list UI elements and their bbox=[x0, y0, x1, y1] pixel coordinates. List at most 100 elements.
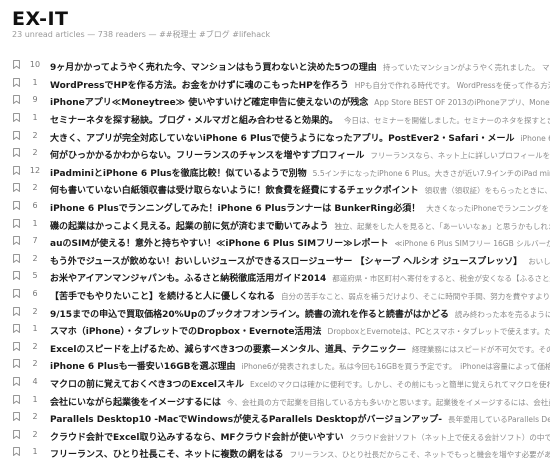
article-title[interactable]: auのSIMが使える！意外と持ちやすい！≪iPhone 6 Plus SIMフリ… bbox=[50, 239, 389, 249]
article-row[interactable]: 6 iPhone 6 Plusでランニングしてみた！iPhone 6 Plusラン… bbox=[0, 197, 550, 215]
bookmark-icon[interactable] bbox=[0, 429, 20, 439]
bookmark-icon[interactable] bbox=[0, 289, 20, 299]
bookmark-icon[interactable] bbox=[0, 113, 20, 123]
bookmark-icon[interactable] bbox=[0, 324, 20, 334]
article-title[interactable]: Parallels Desktop10 -MacでWindowsが使えるPara… bbox=[50, 415, 442, 425]
article-row[interactable]: 9 iPhoneアプリ≪Moneytree≫ 使いやすいけど確定申告に使えないのが… bbox=[0, 91, 550, 109]
article-text: Parallels Desktop10 -MacでWindowsが使えるPara… bbox=[50, 408, 550, 426]
article-title[interactable]: スマホ（iPhone）・タブレットでのDropbox・Evernote活用法 bbox=[50, 327, 322, 337]
article-title[interactable]: Excelのスピードを上げるため、減らすべき3つの要素—メンタル、道具、テクニッ… bbox=[50, 345, 406, 355]
article-snippet: クラウド会計ソフト（ネット上で使える会計ソフト）の中で、Excelとの連携 bbox=[349, 432, 550, 442]
bookmark-icon[interactable] bbox=[0, 218, 20, 228]
bookmark-icon[interactable] bbox=[0, 60, 20, 70]
read-count: 2 bbox=[32, 429, 38, 439]
bookmark-icon[interactable] bbox=[0, 394, 20, 404]
article-row[interactable]: 2 9/15までの申込で買取価格20%Upのブックオフオンライン。読書の流れを作る… bbox=[0, 302, 550, 320]
article-row[interactable]: 1 フリーランス、ひとり社長こそ、ネットに複数の網をはる フリーランス、ひとり社長だ… bbox=[0, 443, 550, 461]
article-title[interactable]: もう外でジュースが飲めない！おいしいジュースができるスロージューサー 【シャープ… bbox=[50, 257, 522, 267]
article-title[interactable]: iPadminiとiPhone 6 Plusを徹底比較！似ているようで別物 bbox=[50, 169, 307, 179]
article-text: マクロの前に覚えておくべき3つのExcelスキル Excelのマクロは確かに便利で… bbox=[50, 373, 550, 391]
bookmark-icon[interactable] bbox=[0, 412, 20, 422]
article-row[interactable]: 1 磯の起業はかっこよく見える。起業の前に気が済むまで動いてみよう 独立、起業をした… bbox=[0, 214, 550, 232]
article-row[interactable]: 2 何も書いていない白紙領収書は受け取らないように！飲食費を経費にするチェックポイ… bbox=[0, 179, 550, 197]
article-title[interactable]: お米やアイアンマンジャパンも。ふるさと納税徹底活用ガイド2014 bbox=[50, 274, 326, 284]
article-snippet: 自分の苦手なこと、弱点を補うだけより、そこに時間や手間、努力を費やすより自分の強… bbox=[281, 292, 550, 302]
read-count: 1 bbox=[32, 394, 38, 404]
bookmark-icon[interactable] bbox=[0, 183, 20, 193]
article-title[interactable]: 大きく、アプリが完全対応していないiPhone 6 Plusで使うようになったア… bbox=[50, 134, 514, 144]
article-row[interactable]: 2 もう外でジュースが飲めない！おいしいジュースができるスロージューサー 【シャー… bbox=[0, 250, 550, 268]
article-title[interactable]: クラウド会計でExcel取り込みするなら、MFクラウド会計が使いやすい bbox=[50, 433, 344, 443]
article-snippet: フリーランスなら、ネット上に詳しいプロフィールを書いておくこと bbox=[370, 151, 550, 161]
article-text: 会社にいながら起業後をイメージするには 今、会社員の方で起業を目指している方も多い… bbox=[50, 390, 550, 408]
article-text: フリーランス、ひとり社長こそ、ネットに複数の網をはる フリーランス、ひとり社長だか… bbox=[50, 443, 550, 461]
bookmark-icon[interactable] bbox=[0, 253, 20, 263]
article-row[interactable]: 1 会社にいながら起業後をイメージするには 今、会社員の方で起業を目指している方も多… bbox=[0, 390, 550, 408]
article-row[interactable]: 10 9ヶ月かかってようやく売れた今、マンションはもう買わないと決めた5つの理由持… bbox=[0, 56, 550, 74]
article-title[interactable]: マクロの前に覚えておくべき3つのExcelスキル bbox=[50, 380, 244, 390]
article-snippet: ≪iPhone 6 Plus SIMフリー 16GB シルバーが届いたので、見た bbox=[394, 239, 550, 249]
article-text: 9ヶ月かかってようやく売れた今、マンションはもう買わないと決めた5つの理由 持って… bbox=[50, 56, 550, 74]
article-row[interactable]: 2 クラウド会計でExcel取り込みするなら、MFクラウド会計が使いやすい クラウド… bbox=[0, 425, 550, 443]
article-title[interactable]: 9ヶ月かかってようやく売れた今、マンションはもう買わないと決めた5つの理由 bbox=[50, 63, 377, 73]
article-text: 何がひっかかるかわからない。フリーランスのチャンスを増やすプロフィール フリーラン… bbox=[50, 144, 550, 162]
read-count: 12 bbox=[29, 165, 41, 175]
bookmark-icon[interactable] bbox=[0, 359, 20, 369]
article-snippet: 長年愛用しているParallels Desktopがアップデート bbox=[448, 415, 550, 425]
bookmark-icon[interactable] bbox=[0, 306, 20, 316]
article-text: iPadminiとiPhone 6 Plusを徹底比較！似ているようで別物 5.5… bbox=[50, 162, 550, 180]
article-text: iPhone 6 Plusでランニングしてみた！iPhone 6 Plusランナ… bbox=[50, 197, 550, 215]
read-count: 5 bbox=[32, 271, 38, 281]
article-title[interactable]: 何がひっかかるかわからない。フリーランスのチャンスを増やすプロフィール bbox=[50, 151, 364, 161]
article-snippet: iPhone6が発表されました。私は今回も16GBを買う予定です。 iPhone… bbox=[241, 362, 550, 372]
article-snippet: 大きくなったiPhoneでランニングをしてみました bbox=[426, 204, 550, 214]
article-snippet: おいしいフルーツジュースを bbox=[528, 256, 550, 266]
read-count: 1 bbox=[32, 447, 38, 457]
article-snippet: 経理業務にはスピードが不可欠です。そのスピードを上げるため bbox=[411, 344, 550, 354]
article-row[interactable]: 6 【苦手でもやりたいこと】を続けると人に優しくなれる 自分の苦手なこと、弱点を補う… bbox=[0, 285, 550, 303]
bookmark-icon[interactable] bbox=[0, 236, 20, 246]
article-snippet: Excelのマクロは確かに便利です。しかし、その前にもっと簡単に覚えられてマクロ… bbox=[250, 379, 550, 389]
article-row[interactable]: 5 お米やアイアンマンジャパンも。ふるさと納税徹底活用ガイド2014 都道府県・市区… bbox=[0, 267, 550, 285]
article-text: iPhone 6 Plusも一番安い16GBを選ぶ理由 iPhone6が発表されま… bbox=[50, 355, 550, 373]
bookmark-icon[interactable] bbox=[0, 201, 20, 211]
article-row[interactable]: 2 Parallels Desktop10 -MacでWindowsが使えるPar… bbox=[0, 408, 550, 426]
article-row[interactable]: 2 iPhone 6 Plusも一番安い16GBを選ぶ理由 iPhone6が発表され… bbox=[0, 355, 550, 373]
article-title[interactable]: 磯の起業はかっこよく見える。起業の前に気が済むまで動いてみよう bbox=[50, 222, 328, 232]
read-count: 2 bbox=[32, 148, 38, 158]
feed-title[interactable]: EX-IT bbox=[12, 8, 69, 30]
article-row[interactable]: 4 マクロの前に覚えておくべき3つのExcelスキル Excelのマクロは確かに便利… bbox=[0, 373, 550, 391]
article-title[interactable]: WordPressでHPを作る方法。お金をかけずに魂のこもったHPを作ろう bbox=[50, 81, 349, 91]
bookmark-icon[interactable] bbox=[0, 166, 20, 175]
article-title[interactable]: iPhone 6 Plusも一番安い16GBを選ぶ理由 bbox=[50, 362, 236, 372]
article-title[interactable]: iPhone 6 Plusでランニングしてみた！iPhone 6 Plusランナ… bbox=[50, 204, 420, 214]
article-title[interactable]: 【苦手でもやりたいこと】を続けると人に優しくなれる bbox=[50, 292, 275, 302]
bookmark-icon[interactable] bbox=[0, 447, 20, 457]
article-row[interactable]: 2 大きく、アプリが完全対応していないiPhone 6 Plusで使うようになった… bbox=[0, 126, 550, 144]
bookmark-icon[interactable] bbox=[0, 95, 20, 105]
bookmark-icon[interactable] bbox=[0, 341, 20, 351]
article-title[interactable]: セミナーネタを探す秘訣。ブログ・メルマガと組み合わせると効果的。 bbox=[50, 116, 338, 126]
article-row[interactable]: 1 WordPressでHPを作る方法。お金をかけずに魂のこもったHPを作ろう HP… bbox=[0, 74, 550, 92]
bookmark-icon[interactable] bbox=[0, 148, 20, 158]
article-row[interactable]: 2 Excelのスピードを上げるため、減らすべき3つの要素—メンタル、道具、テクニ… bbox=[0, 338, 550, 356]
bookmark-icon[interactable] bbox=[0, 271, 20, 281]
article-row[interactable]: 7 auのSIMが使える！意外と持ちやすい！≪iPhone 6 Plus SIMフ… bbox=[0, 232, 550, 250]
article-row[interactable]: 2 何がひっかかるかわからない。フリーランスのチャンスを増やすプロフィール フリーラ… bbox=[0, 144, 550, 162]
article-title[interactable]: 会社にいながら起業後をイメージするには bbox=[50, 398, 221, 408]
article-title[interactable]: フリーランス、ひとり社長こそ、ネットに複数の網をはる bbox=[50, 450, 284, 460]
article-title[interactable]: 9/15までの申込で買取価格20%Upのブックオフオンライン。読書の流れを作ると… bbox=[50, 310, 449, 320]
bookmark-icon[interactable] bbox=[0, 78, 20, 87]
article-text: クラウド会計でExcel取り込みするなら、MFクラウド会計が使いやすい クラウド会… bbox=[50, 425, 550, 443]
read-count: 2 bbox=[32, 412, 38, 422]
article-row[interactable]: 12 iPadminiとiPhone 6 Plusを徹底比較！似ているようで別物 5… bbox=[0, 162, 550, 180]
article-row[interactable]: 1 セミナーネタを探す秘訣。ブログ・メルマガと組み合わせると効果的。 今日は、セミナ… bbox=[0, 109, 550, 127]
bookmark-icon[interactable] bbox=[0, 377, 20, 386]
article-row[interactable]: 1 スマホ（iPhone）・タブレットでのDropbox・Evernote活用法 D… bbox=[0, 320, 550, 338]
read-count: 1 bbox=[32, 77, 38, 87]
feed-header: EX-IT 23 unread articles — 738 readers —… bbox=[0, 0, 550, 46]
article-title[interactable]: 何も書いていない白紙領収書は受け取らないように！飲食費を経費にするチェックポイン… bbox=[50, 186, 419, 196]
article-title[interactable]: iPhoneアプリ≪Moneytree≫ 使いやすいけど確定申告に使えないのが残… bbox=[50, 98, 368, 108]
bookmark-icon[interactable] bbox=[0, 130, 20, 140]
article-text: 9/15までの申込で買取価格20%Upのブックオフオンライン。読書の流れを作ると… bbox=[50, 302, 550, 320]
